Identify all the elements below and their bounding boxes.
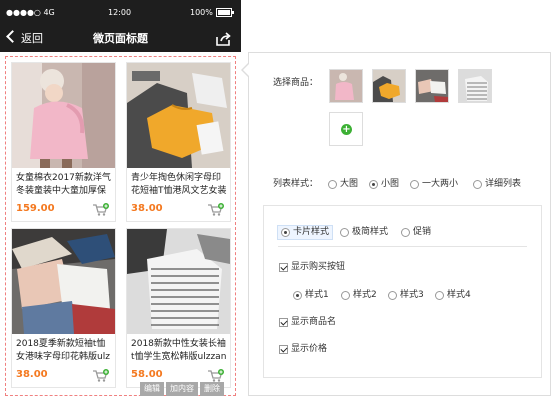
phone-preview: ●●●●○ 4G 12:00 100% 返回 微页面标题 女童棉衣2017新款洋… [0, 0, 241, 402]
cart-add-icon[interactable] [208, 203, 224, 217]
thumb-folded-tees [416, 70, 448, 102]
product-card[interactable]: 青少年掏色休闲字母印花短袖T恤港风文艺女装 38.00 [126, 62, 231, 222]
cart-add-icon[interactable] [93, 369, 109, 383]
button-style-1-label: 样式1 [305, 290, 329, 300]
selected-product-thumb[interactable] [458, 69, 492, 103]
product-grid[interactable]: 女童棉衣2017新款洋气冬装童装中大童加厚保 159.00 青少年掏色休闲字母印… [5, 56, 236, 396]
select-products-label: 选择商品： [273, 78, 319, 88]
product-price: 38.00 [131, 203, 163, 214]
thumb-pink-coat [330, 70, 362, 102]
battery-icon [216, 8, 234, 17]
promo-style-label: 促销 [413, 227, 432, 237]
list-style-mixed-label: 一大两小 [422, 179, 459, 189]
show-product-name-label: 显示商品名 [291, 317, 337, 327]
edit-button[interactable]: 编辑 [140, 382, 164, 396]
product-card[interactable]: 2018新款中性女装长袖t恤学生宽松韩版ulzzan 58.00 [126, 228, 231, 388]
radio-list-style-one-big-two-small[interactable] [410, 180, 419, 189]
minimal-style-label: 极简样式 [352, 227, 389, 237]
card-style-label: 卡片样式 [293, 227, 330, 237]
status-time: 12:00 [108, 8, 132, 17]
selected-product-thumb[interactable] [415, 69, 449, 103]
radio-list-style-detailed[interactable] [473, 180, 482, 189]
product-card[interactable]: 女童棉衣2017新款洋气冬装童装中大童加厚保 159.00 [11, 62, 116, 222]
product-image-yellow-tshirt [127, 63, 230, 168]
plus-icon: + [341, 124, 352, 135]
radio-minimal-style[interactable] [340, 228, 349, 237]
button-style-4-label: 样式4 [447, 290, 471, 300]
checkbox-show-price[interactable] [279, 345, 288, 354]
product-image-striped-shirt [127, 229, 230, 334]
list-style-large-label: 大图 [340, 179, 359, 189]
list-style-detailed-label: 详细列表 [485, 179, 522, 189]
radio-button-style-1[interactable] [293, 291, 302, 300]
list-style-label: 列表样式： [273, 179, 319, 189]
selected-product-thumb[interactable] [372, 69, 406, 103]
button-style-2-label: 样式2 [353, 290, 377, 300]
product-price: 38.00 [16, 369, 48, 380]
checkbox-show-product-name[interactable] [279, 318, 288, 327]
battery-text: 100% [190, 8, 213, 17]
product-card[interactable]: 2018夏季新款短袖t恤女港味字母印花韩版ulz 38.00 [11, 228, 116, 388]
product-price: 159.00 [16, 203, 55, 214]
cart-add-icon[interactable] [93, 203, 109, 217]
nav-bar: 返回 微页面标题 [0, 26, 241, 52]
radio-button-style-3[interactable] [388, 291, 397, 300]
button-style-3-label: 样式3 [400, 290, 424, 300]
add-content-button[interactable]: 加内容 [166, 382, 198, 396]
list-style-small-label: 小图 [381, 179, 400, 189]
carrier-signal: ●●●●○ 4G [6, 8, 55, 17]
product-image-pink-coat [12, 63, 115, 168]
product-name: 女童棉衣2017新款洋气冬装童装中大童加厚保 [16, 173, 111, 196]
checkbox-show-buy-button[interactable] [279, 263, 288, 272]
radio-card-style[interactable] [281, 228, 290, 237]
product-name: 青少年掏色休闲字母印花短袖T恤港风文艺女装 [131, 173, 227, 196]
selected-product-thumb[interactable] [329, 69, 363, 103]
product-name: 2018夏季新款短袖t恤女港味字母印花韩版ulz [16, 339, 110, 362]
product-image-folded-tees [12, 229, 115, 334]
panel-pointer-inner [243, 63, 250, 77]
thumb-striped-shirt [459, 70, 491, 102]
add-product-button[interactable]: + [329, 112, 363, 146]
show-buy-button-label: 显示购买按钮 [291, 262, 346, 272]
product-name: 2018新款中性女装长袖t恤学生宽松韩版ulzzan [131, 339, 227, 362]
radio-list-style-large[interactable] [328, 180, 337, 189]
radio-button-style-4[interactable] [435, 291, 444, 300]
status-bar: ●●●●○ 4G 12:00 100% [0, 0, 241, 26]
radio-list-style-small[interactable] [369, 180, 378, 189]
radio-button-style-2[interactable] [341, 291, 350, 300]
thumb-yellow-tshirt [373, 70, 405, 102]
share-icon[interactable] [215, 32, 231, 46]
radio-promo-style[interactable] [401, 228, 410, 237]
divider [278, 246, 527, 247]
delete-button[interactable]: 删除 [200, 382, 224, 396]
show-price-label: 显示价格 [291, 344, 328, 354]
item-action-toolbar: 编辑 加内容 删除 [138, 376, 224, 396]
page-title: 微页面标题 [93, 32, 148, 45]
